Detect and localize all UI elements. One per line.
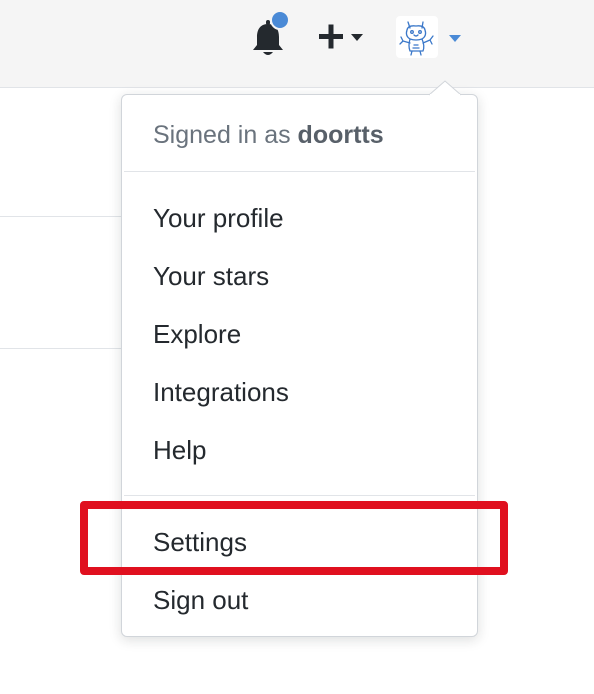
- page-divider: [0, 348, 122, 349]
- menu-item-label: Help: [153, 435, 207, 465]
- notifications-button[interactable]: [250, 10, 290, 58]
- menu-item-label: Your profile: [153, 203, 284, 233]
- plus-icon: [319, 24, 343, 49]
- chevron-down-icon: [351, 34, 363, 41]
- dropdown-pointer: [428, 80, 462, 96]
- menu-item-label: Your stars: [153, 261, 270, 291]
- menu-item-sign-out[interactable]: Sign out: [122, 574, 477, 626]
- avatar: [396, 16, 438, 58]
- menu-item-label: Sign out: [153, 585, 249, 615]
- signed-in-label: Signed in as: [153, 121, 298, 149]
- user-avatar-icon: [399, 21, 434, 56]
- settings-highlight-annotation: [80, 501, 508, 575]
- menu-item-help[interactable]: Help: [122, 424, 477, 476]
- menu-item-your-stars[interactable]: Your stars: [122, 250, 477, 302]
- menu-item-your-profile[interactable]: Your profile: [122, 192, 477, 244]
- create-new-button[interactable]: [316, 22, 368, 52]
- user-menu-button[interactable]: [396, 16, 470, 60]
- page-divider: [0, 216, 122, 217]
- menu-item-integrations[interactable]: Integrations: [122, 366, 477, 418]
- signed-in-header: Signed in as doortts: [153, 121, 384, 150]
- menu-divider: [124, 171, 475, 172]
- menu-item-explore[interactable]: Explore: [122, 308, 477, 360]
- menu-item-label: Integrations: [153, 377, 289, 407]
- chevron-down-icon: [449, 35, 461, 42]
- menu-item-label: Explore: [153, 319, 242, 349]
- unread-indicator: [270, 10, 290, 30]
- menu-divider: [124, 495, 475, 496]
- username: doortts: [297, 121, 384, 149]
- top-header-bar: [0, 0, 594, 88]
